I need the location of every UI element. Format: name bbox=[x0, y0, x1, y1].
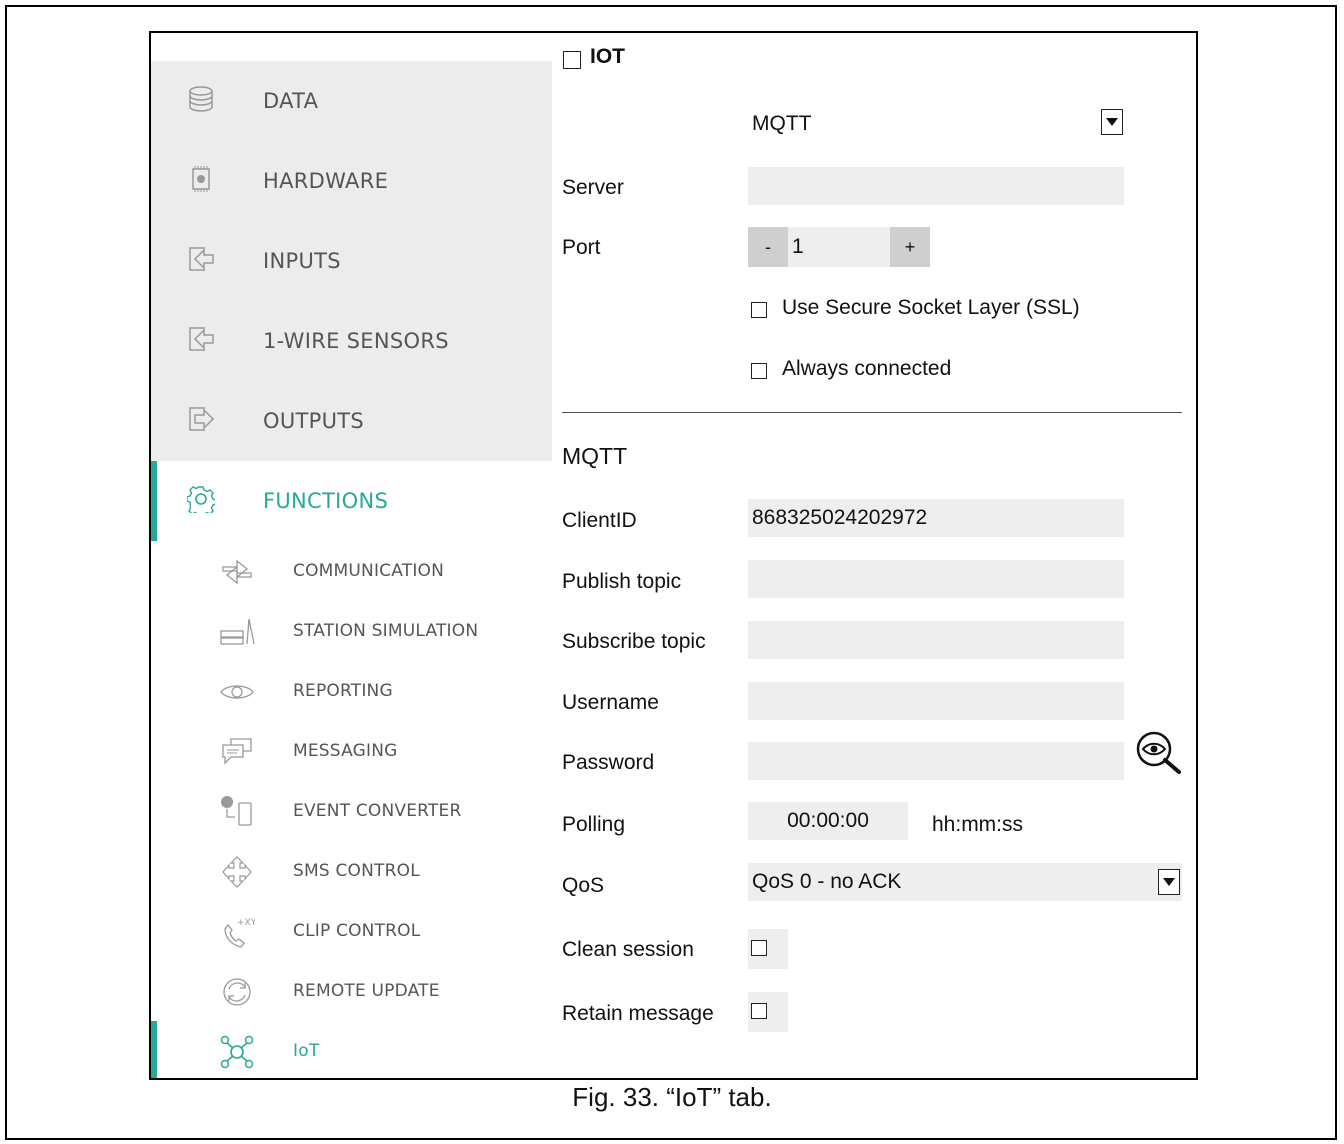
sidebar-subitem-communication[interactable]: COMMUNICATION bbox=[151, 541, 552, 601]
input-icon bbox=[189, 327, 214, 351]
iot-checkbox[interactable] bbox=[563, 51, 581, 69]
retain-message-label: Retain message bbox=[562, 1002, 714, 1025]
active-indicator bbox=[151, 461, 157, 541]
username-label: Username bbox=[562, 691, 659, 714]
polling-label: Polling bbox=[562, 813, 626, 836]
sidebar-item-label: 1-WIRE SENSORS bbox=[263, 329, 449, 353]
always-connected-checkbox[interactable] bbox=[751, 363, 767, 379]
subscribe-topic-label: Subscribe topic bbox=[562, 630, 706, 653]
mqtt-heading: MQTT bbox=[562, 443, 628, 469]
port-label: Port bbox=[562, 236, 601, 259]
sidebar-item-label: INPUTS bbox=[263, 249, 341, 273]
clip-phone-icon: +XYZ bbox=[224, 918, 255, 948]
iot-settings-panel: IOT MQTT Server Port - 1 + Use Secure So… bbox=[552, 33, 1196, 1078]
sidebar-subitem-event-converter[interactable]: EVENT CONVERTER bbox=[151, 781, 552, 841]
screenshot: DATA HARDWARE INPUTS 1-WIRE SENSORS OUTP… bbox=[149, 31, 1198, 1080]
station-icon bbox=[220, 618, 255, 645]
gear-icon bbox=[187, 486, 215, 513]
sidebar-subitem-label: REPORTING bbox=[293, 681, 393, 701]
sidebar-item-label: HARDWARE bbox=[263, 169, 389, 193]
always-connected-label: Always connected bbox=[782, 357, 952, 380]
sidebar-subitem-sms-control[interactable]: SMS CONTROL bbox=[151, 841, 552, 901]
eye-icon bbox=[220, 685, 254, 699]
sidebar-subitem-reporting[interactable]: REPORTING bbox=[151, 661, 552, 721]
sidebar-subitem-remote-update[interactable]: REMOTE UPDATE bbox=[151, 961, 552, 1021]
sidebar-subitem-label: REMOTE UPDATE bbox=[293, 981, 440, 1001]
chevron-down-icon bbox=[1163, 878, 1175, 886]
sidebar-subitem-label: STATION SIMULATION bbox=[293, 621, 479, 641]
iot-checkbox-label: IOT bbox=[590, 45, 625, 68]
output-icon bbox=[189, 407, 215, 431]
sidebar-item-label: FUNCTIONS bbox=[263, 489, 389, 513]
sidebar-item-cut bbox=[151, 31, 552, 33]
sidebar-item-inputs[interactable]: INPUTS bbox=[151, 221, 552, 301]
sidebar-subitem-iot[interactable]: IoT bbox=[151, 1021, 552, 1078]
chip-icon bbox=[192, 166, 210, 192]
phone-converter-icon bbox=[221, 796, 252, 826]
clientid-field[interactable]: 868325024202972 bbox=[748, 499, 1124, 537]
section-divider bbox=[562, 412, 1182, 413]
protocol-value: MQTT bbox=[752, 112, 812, 135]
sidebar-subitem-station-simulation[interactable]: STATION SIMULATION bbox=[151, 601, 552, 661]
protocol-select[interactable]: MQTT bbox=[748, 105, 1124, 143]
port-value[interactable]: 1 bbox=[792, 235, 804, 259]
sms-icon bbox=[222, 856, 252, 888]
password-field[interactable] bbox=[748, 742, 1124, 780]
sidebar-item-label: OUTPUTS bbox=[263, 409, 365, 433]
publish-topic-label: Publish topic bbox=[562, 570, 682, 593]
chevron-down-icon bbox=[1106, 118, 1118, 126]
port-increment-button[interactable]: + bbox=[890, 227, 930, 267]
svg-text:+XYZ: +XYZ bbox=[237, 918, 255, 928]
active-indicator bbox=[151, 1021, 157, 1078]
protocol-dropdown-button[interactable] bbox=[1101, 109, 1123, 135]
figure-caption: Fig. 33. “IoT” tab. bbox=[572, 1082, 772, 1112]
password-label: Password bbox=[562, 751, 655, 774]
polling-field[interactable]: 00:00:00 bbox=[748, 802, 908, 840]
clientid-label: ClientID bbox=[562, 509, 637, 532]
port-decrement-button[interactable]: - bbox=[748, 227, 788, 267]
polling-unit: hh:mm:ss bbox=[932, 813, 1024, 836]
retain-message-checkbox[interactable] bbox=[751, 1003, 767, 1019]
subscribe-topic-field[interactable] bbox=[748, 621, 1124, 659]
publish-topic-field[interactable] bbox=[748, 560, 1124, 598]
sidebar-subitem-label: MESSAGING bbox=[293, 741, 398, 761]
communication-icon bbox=[222, 559, 252, 585]
iot-icon bbox=[220, 1035, 254, 1069]
chat-icon bbox=[222, 738, 252, 765]
sidebar-item-1-wire-sensors[interactable]: 1-WIRE SENSORS bbox=[151, 301, 552, 381]
server-field[interactable] bbox=[748, 167, 1124, 205]
qos-dropdown-button[interactable] bbox=[1158, 869, 1180, 895]
input-icon bbox=[189, 247, 214, 271]
server-label: Server bbox=[562, 176, 624, 199]
sidebar-subitem-label: IoT bbox=[293, 1041, 320, 1061]
sidebar-subitem-label: CLIP CONTROL bbox=[293, 921, 421, 941]
sidebar-item-hardware[interactable]: HARDWARE bbox=[151, 141, 552, 221]
sidebar-item-data[interactable]: DATA bbox=[151, 61, 552, 141]
sidebar-subitem-clip-control[interactable]: +XYZ CLIP CONTROL bbox=[151, 901, 552, 961]
clean-session-label: Clean session bbox=[562, 938, 694, 961]
ssl-label: Use Secure Socket Layer (SSL) bbox=[782, 296, 1080, 319]
sidebar-subitem-label: COMMUNICATION bbox=[293, 561, 445, 581]
database-icon bbox=[189, 86, 213, 112]
update-icon bbox=[223, 978, 251, 1006]
qos-label: QoS bbox=[562, 874, 605, 897]
sidebar-item-outputs[interactable]: OUTPUTS bbox=[151, 381, 552, 461]
show-password-icon[interactable] bbox=[1134, 731, 1184, 775]
sidebar-subitem-label: SMS CONTROL bbox=[293, 861, 420, 881]
clean-session-checkbox[interactable] bbox=[751, 940, 767, 956]
sidebar-subitem-messaging[interactable]: MESSAGING bbox=[151, 721, 552, 781]
sidebar-item-label: DATA bbox=[263, 89, 319, 113]
qos-select[interactable]: QoS 0 - no ACK bbox=[748, 863, 1182, 901]
username-field[interactable] bbox=[748, 682, 1124, 720]
sidebar-item-functions[interactable]: FUNCTIONS bbox=[151, 461, 552, 541]
ssl-checkbox[interactable] bbox=[751, 302, 767, 318]
sidebar-subitem-label: EVENT CONVERTER bbox=[293, 801, 462, 821]
sidebar: DATA HARDWARE INPUTS 1-WIRE SENSORS OUTP… bbox=[151, 33, 552, 1078]
